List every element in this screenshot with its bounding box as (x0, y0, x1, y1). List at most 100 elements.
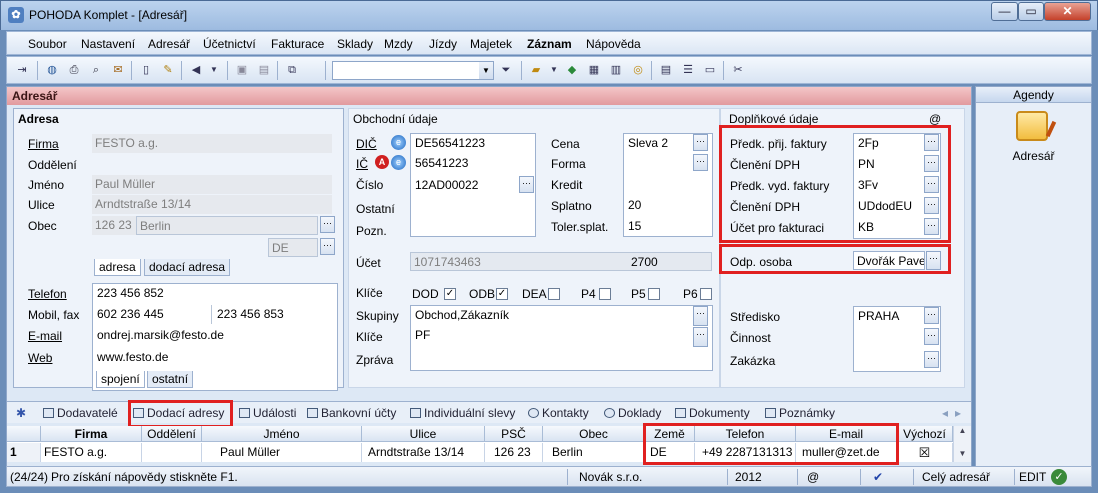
menu-napoveda[interactable]: Nápověda (586, 37, 641, 51)
filter-icon[interactable]: ⏷ (497, 61, 515, 79)
table-icon[interactable]: ▥ (607, 61, 625, 79)
ucet-field[interactable]: 1071743463 (410, 252, 712, 271)
cell-jmeno[interactable]: Paul Müller (202, 443, 362, 462)
tab-poznamky[interactable]: Poznámky (765, 406, 835, 420)
key-p5-checkbox[interactable] (648, 288, 660, 300)
cell-oddeleni[interactable] (142, 443, 202, 462)
address-book-icon[interactable] (1016, 111, 1048, 141)
obec-field[interactable]: Berlin (136, 216, 318, 235)
menu-zaznam[interactable]: Záznam (527, 37, 572, 51)
save-icon[interactable]: ▣ (233, 61, 251, 79)
key-p4-checkbox[interactable] (599, 288, 611, 300)
ie-globe-icon[interactable]: e (391, 155, 406, 170)
minimize-button[interactable]: — (991, 2, 1018, 21)
email-icon[interactable]: ✉ (109, 61, 127, 79)
key-dea-checkbox[interactable] (548, 288, 560, 300)
col-firma[interactable]: Firma (41, 426, 142, 442)
key-odb-checkbox[interactable]: ✓ (496, 288, 508, 300)
print-icon[interactable]: ⎙ (65, 61, 83, 79)
cancel-icon[interactable]: ▤ (255, 61, 273, 79)
quick-filter-combo[interactable]: ▼ (332, 61, 494, 80)
cinnost-field[interactable] (855, 328, 921, 347)
col-obec[interactable]: Obec (543, 426, 645, 442)
cell-psc[interactable]: 126 23 (485, 443, 543, 462)
toler-splat-field[interactable]: 15 (625, 217, 709, 236)
kredit-field[interactable] (625, 175, 709, 194)
menu-ucetnictvi[interactable]: Účetnictví (203, 37, 256, 51)
print-preview-icon[interactable]: ⌕ (87, 61, 105, 79)
cell-ulice[interactable]: Arndtstraße 13/14 (362, 443, 485, 462)
list-icon[interactable]: ☰ (679, 61, 697, 79)
back-dropdown-icon[interactable]: ▼ (205, 61, 223, 79)
report-icon[interactable]: ▤ (657, 61, 675, 79)
calculator-icon[interactable]: ▦ (585, 61, 603, 79)
cislo-picker-button[interactable]: ··· (519, 176, 534, 193)
tab-dodaci-adresa[interactable]: dodací adresa (144, 259, 231, 276)
ok-check-icon[interactable]: ✓ (1051, 469, 1067, 485)
tab-dokumenty[interactable]: Dokumenty (675, 406, 750, 420)
exit-icon[interactable]: ⇥ (13, 61, 31, 79)
tab-kontakty[interactable]: Kontakty (528, 406, 589, 420)
cena-field[interactable]: Sleva 2 (625, 134, 689, 153)
ie-globe-icon[interactable]: e (391, 135, 406, 150)
back-arrow-icon[interactable]: ◀ (187, 61, 205, 79)
tab-individualni-slevy[interactable]: Individuální slevy (410, 406, 515, 420)
menu-jizdy[interactable]: Jízdy (429, 37, 457, 51)
tab-dodavatele[interactable]: Dodavatelé (43, 406, 118, 420)
key-p6-checkbox[interactable] (700, 288, 712, 300)
web-field[interactable]: www.festo.de (94, 348, 334, 367)
stredisko-picker-button[interactable]: ··· (924, 307, 939, 324)
cena-picker-button[interactable]: ··· (693, 134, 708, 151)
klice-field[interactable]: PF (412, 326, 682, 345)
zakazka-field[interactable] (855, 351, 921, 370)
skupiny-field[interactable]: Obchod,Zákazník (412, 306, 682, 325)
folder-icon[interactable]: ▰ (527, 61, 545, 79)
cinnost-picker-button[interactable]: ··· (924, 328, 939, 345)
menu-majetek[interactable]: Majetek (470, 37, 512, 51)
maximize-button[interactable]: ▭ (1018, 2, 1044, 21)
col-jmeno[interactable]: Jméno (202, 426, 362, 442)
star-icon[interactable]: ✱ (16, 406, 26, 420)
coins-icon[interactable]: ◎ (629, 61, 647, 79)
forma-field[interactable] (625, 154, 689, 173)
col-ulice[interactable]: Ulice (362, 426, 485, 442)
chevron-down-icon[interactable]: ▼ (479, 62, 493, 79)
menu-nastaveni[interactable]: Nastavení (81, 37, 135, 51)
col-psc[interactable]: PSČ (485, 426, 543, 442)
tab-bankovni-ucty[interactable]: Bankovní účty (307, 406, 396, 420)
cislo-field[interactable]: 12AD00022 (412, 176, 512, 195)
forma-picker-button[interactable]: ··· (693, 154, 708, 171)
menu-adresar[interactable]: Adresář (148, 37, 190, 51)
menu-sklady[interactable]: Sklady (337, 37, 373, 51)
telefon-field[interactable]: 223 456 852 (94, 284, 334, 303)
document-icon[interactable]: ▭ (701, 61, 719, 79)
fax-field[interactable]: 223 456 853 (214, 305, 334, 324)
ulice-field[interactable]: Arndtstraße 13/14 (92, 195, 332, 214)
new-record-icon[interactable]: ▯ (137, 61, 155, 79)
tabs-scroll-left-icon[interactable]: ◂ (942, 406, 948, 420)
menu-soubor[interactable]: Soubor (28, 37, 67, 51)
tab-doklady[interactable]: Doklady (604, 406, 661, 420)
ic-field[interactable]: 56541223 (412, 154, 532, 173)
email-field[interactable]: ondrej.marsik@festo.de (94, 326, 334, 345)
oddeleni-field[interactable] (92, 155, 332, 174)
copy-icon[interactable]: ⧉ (283, 61, 301, 79)
obec-picker-button[interactable]: ··· (320, 216, 335, 233)
menu-mzdy[interactable]: Mzdy (384, 37, 413, 51)
folder-dropdown-icon[interactable]: ▼ (545, 61, 563, 79)
tab-adresa[interactable]: adresa (94, 259, 141, 276)
grid-scrollbar[interactable]: ▲ ▼ (953, 426, 971, 462)
mobil-field[interactable]: 602 236 445 (94, 305, 212, 324)
tab-spojeni[interactable]: spojení (96, 371, 145, 388)
col-oddeleni[interactable]: Oddělení (142, 426, 202, 442)
klice-picker-button[interactable]: ··· (693, 327, 708, 347)
ares-icon[interactable]: A (375, 155, 389, 169)
close-button[interactable]: ✕ (1044, 2, 1091, 21)
tab-udalosti[interactable]: Události (239, 406, 296, 420)
globe-icon[interactable]: ◍ (43, 61, 61, 79)
cell-firma[interactable]: FESTO a.g. (41, 443, 142, 462)
scroll-down-icon[interactable]: ▼ (954, 449, 971, 458)
skupiny-picker-button[interactable]: ··· (693, 306, 708, 326)
tools-icon[interactable]: ✂ (729, 61, 747, 79)
cell-obec[interactable]: Berlin (543, 443, 645, 462)
